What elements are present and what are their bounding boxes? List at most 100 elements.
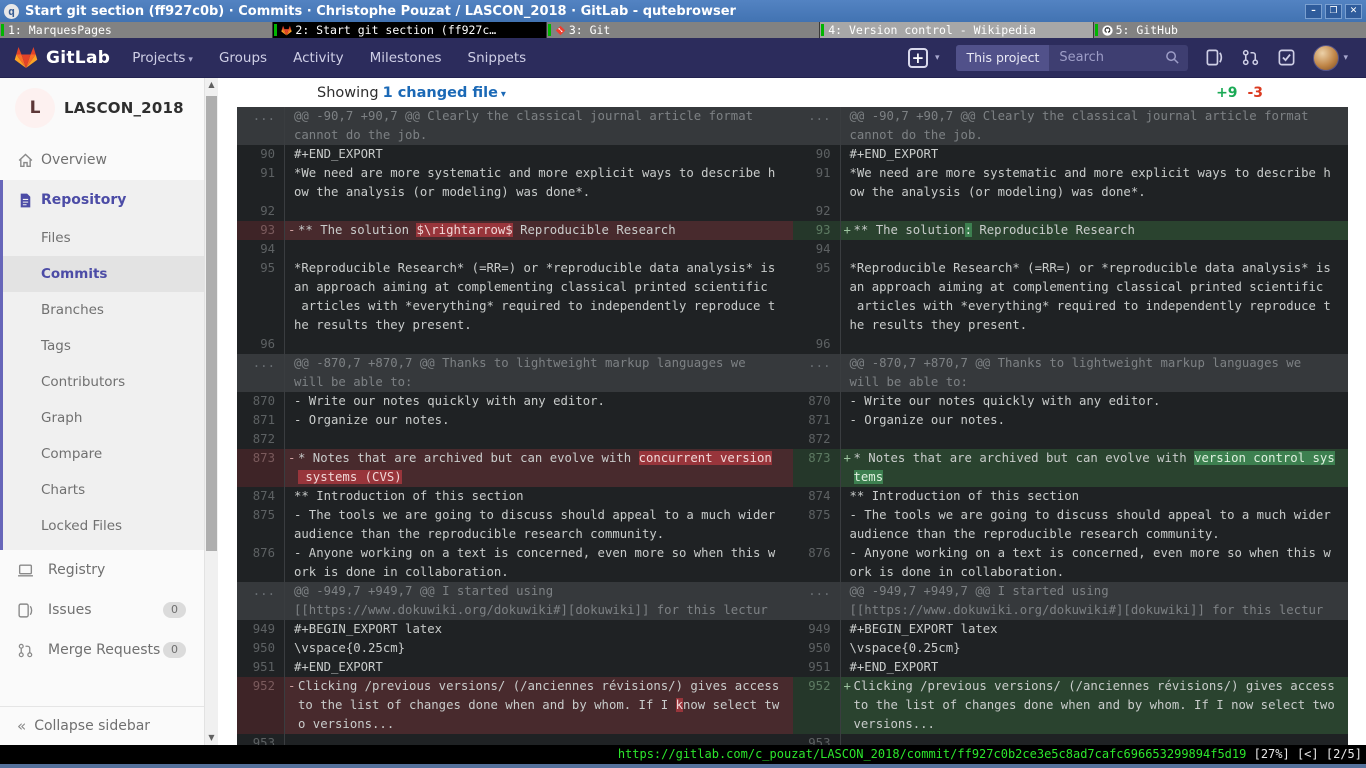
tab[interactable]: 2: Start git section (ff927c… xyxy=(272,22,545,38)
old-line-content xyxy=(285,202,793,221)
old-line-number: 93 xyxy=(237,221,285,240)
count-badge: 0 xyxy=(163,602,186,618)
new-line-content: ** Introduction of this section xyxy=(841,487,1349,506)
merge-request-icon[interactable] xyxy=(1241,48,1260,67)
old-line-content: *We need are more systematic and more ex… xyxy=(285,164,793,202)
sidebar-item-commits[interactable]: Commits xyxy=(3,256,204,292)
sidebar-item-contributors[interactable]: Contributors xyxy=(3,364,204,400)
old-line-content: *Reproducible Research* (=RR=) or *repro… xyxy=(285,259,793,335)
new-line-content xyxy=(841,202,1349,221)
avatar xyxy=(1313,45,1339,71)
new-line-content: +Clicking /previous versions/ (/ancienne… xyxy=(841,677,1349,734)
diff-text: Clicking /previous versions/ (/anciennes… xyxy=(854,679,1335,731)
new-line-content xyxy=(841,240,1349,259)
old-line-content: -** The solution $\rightarrow$ Reproduci… xyxy=(285,221,793,240)
scrollbar-thumb[interactable] xyxy=(206,96,217,551)
navbar-item-projects[interactable]: Projects▾ xyxy=(132,50,193,66)
sidebar-item-charts[interactable]: Charts xyxy=(3,472,204,508)
collapse-sidebar-button[interactable]: « Collapse sidebar xyxy=(0,707,204,745)
gitlab-logo[interactable]: GitLab xyxy=(14,46,110,69)
search-input[interactable]: Search xyxy=(1049,50,1165,65)
scroll-down-arrow[interactable]: ▼ xyxy=(205,731,218,745)
sidebar-items: RegistryIssues0Merge Requests0 xyxy=(0,550,204,670)
diff-row: 9292 xyxy=(237,202,1348,221)
window-title: Start git section (ff927c0b) · Commits ·… xyxy=(25,4,736,19)
old-line-number: ... xyxy=(237,582,285,620)
tab-title: 1: MarquesPages xyxy=(8,22,112,38)
new-line-content: - The tools we are going to discuss shou… xyxy=(841,506,1349,544)
showing-label: Showing1 changed file▾ xyxy=(317,85,506,101)
sidebar-scrollbar[interactable]: ▲ ▼ xyxy=(204,78,218,745)
sidebar-item-locked-files[interactable]: Locked Files xyxy=(3,508,204,544)
project-header[interactable]: L LASCON_2018 xyxy=(0,78,204,140)
old-line-content: - The tools we are going to discuss shou… xyxy=(285,506,793,544)
sidebar-item-files[interactable]: Files xyxy=(3,220,204,256)
old-line-number: ... xyxy=(237,107,285,145)
diff-text: ** The solution xyxy=(298,223,416,237)
new-dropdown-button[interactable]: + ▾ xyxy=(908,48,940,68)
added-marker: + xyxy=(844,221,851,240)
navbar-item-activity[interactable]: Activity xyxy=(293,50,344,66)
sidebar-item-label: Merge Requests xyxy=(48,642,160,658)
sidebar-item-merge-requests[interactable]: Merge Requests0 xyxy=(0,630,204,670)
changed-files-dropdown[interactable]: 1 changed file xyxy=(383,85,498,101)
collapse-label: Collapse sidebar xyxy=(34,718,150,734)
diff-row: 90#+END_EXPORT90#+END_EXPORT xyxy=(237,145,1348,164)
old-line-content: - Write our notes quickly with any edito… xyxy=(285,392,793,411)
old-line-number: 96 xyxy=(237,335,285,354)
diff-text: Reproducible Research xyxy=(972,223,1135,237)
old-line-content xyxy=(285,335,793,354)
tab-loaded-indicator xyxy=(1095,24,1098,36)
old-line-number: 92 xyxy=(237,202,285,221)
sidebar-footer: « Collapse sidebar xyxy=(0,706,204,745)
titlebar: q Start git section (ff927c0b) · Commits… xyxy=(0,0,1366,22)
sidebar-item-repository[interactable]: Repository xyxy=(3,180,204,220)
tab[interactable]: 3: Git xyxy=(546,22,819,38)
new-line-number: ... xyxy=(793,107,841,145)
sidebar-item-tags[interactable]: Tags xyxy=(3,328,204,364)
tab[interactable]: 4: Version control - Wikipedia xyxy=(819,22,1092,38)
search-icon xyxy=(1165,50,1180,65)
diff-row: 951#+END_EXPORT951#+END_EXPORT xyxy=(237,658,1348,677)
navbar-item-groups[interactable]: Groups xyxy=(219,50,267,66)
repository-subnav: FilesCommitsBranchesTagsContributorsGrap… xyxy=(3,220,204,544)
navbar-item-milestones[interactable]: Milestones xyxy=(370,50,442,66)
sidebar-item-issues[interactable]: Issues0 xyxy=(0,590,204,630)
sidebar-item-graph[interactable]: Graph xyxy=(3,400,204,436)
tab[interactable]: 5: GitHub xyxy=(1093,22,1366,38)
diff-row: 952-Clicking /previous versions/ (/ancie… xyxy=(237,677,1348,734)
old-line-content: #+BEGIN_EXPORT latex xyxy=(285,620,793,639)
user-menu[interactable]: ▾ xyxy=(1313,45,1348,71)
sidebar-item-branches[interactable]: Branches xyxy=(3,292,204,328)
todos-icon[interactable] xyxy=(1277,48,1296,67)
sidebar-item-overview[interactable]: Overview xyxy=(0,140,204,180)
new-line-number: 950 xyxy=(793,639,841,658)
search-scope-chip[interactable]: This project xyxy=(956,45,1049,71)
old-line-content: \vspace{0.25cm} xyxy=(285,639,793,658)
new-line-content: @@ -949,7 +949,7 @@ I started using [[ht… xyxy=(841,582,1349,620)
sidebar-item-compare[interactable]: Compare xyxy=(3,436,204,472)
statusbar-url: https://gitlab.com/c_pouzat/LASCON_2018/… xyxy=(618,745,1247,764)
new-line-number: 96 xyxy=(793,335,841,354)
removed-marker: - xyxy=(288,221,295,240)
close-button[interactable]: ✕ xyxy=(1345,4,1362,19)
issues-icon[interactable] xyxy=(1205,48,1224,67)
project-sidebar: L LASCON_2018 Overview Repository FilesC… xyxy=(0,78,204,745)
scroll-up-arrow[interactable]: ▲ xyxy=(205,78,218,92)
navbar-item-snippets[interactable]: Snippets xyxy=(468,50,527,66)
sidebar-item-registry[interactable]: Registry xyxy=(0,550,204,590)
tab[interactable]: 1: MarquesPages xyxy=(0,22,272,38)
chevron-down-icon: ▾ xyxy=(501,89,506,100)
new-line-number: 875 xyxy=(793,506,841,544)
search-box[interactable]: This project Search xyxy=(956,45,1188,71)
diff-row: 872872 xyxy=(237,430,1348,449)
old-line-number: 876 xyxy=(237,544,285,582)
merge-request-icon xyxy=(17,642,41,659)
repository-section: Repository FilesCommitsBranchesTagsContr… xyxy=(0,180,204,550)
new-line-content: #+END_EXPORT xyxy=(841,658,1349,677)
maximize-button[interactable]: ❐ xyxy=(1325,4,1342,19)
chevron-down-icon: ▾ xyxy=(1343,53,1348,63)
project-avatar: L xyxy=(15,88,55,128)
removed-marker: - xyxy=(288,449,295,468)
minimize-button[interactable]: – xyxy=(1305,4,1322,19)
